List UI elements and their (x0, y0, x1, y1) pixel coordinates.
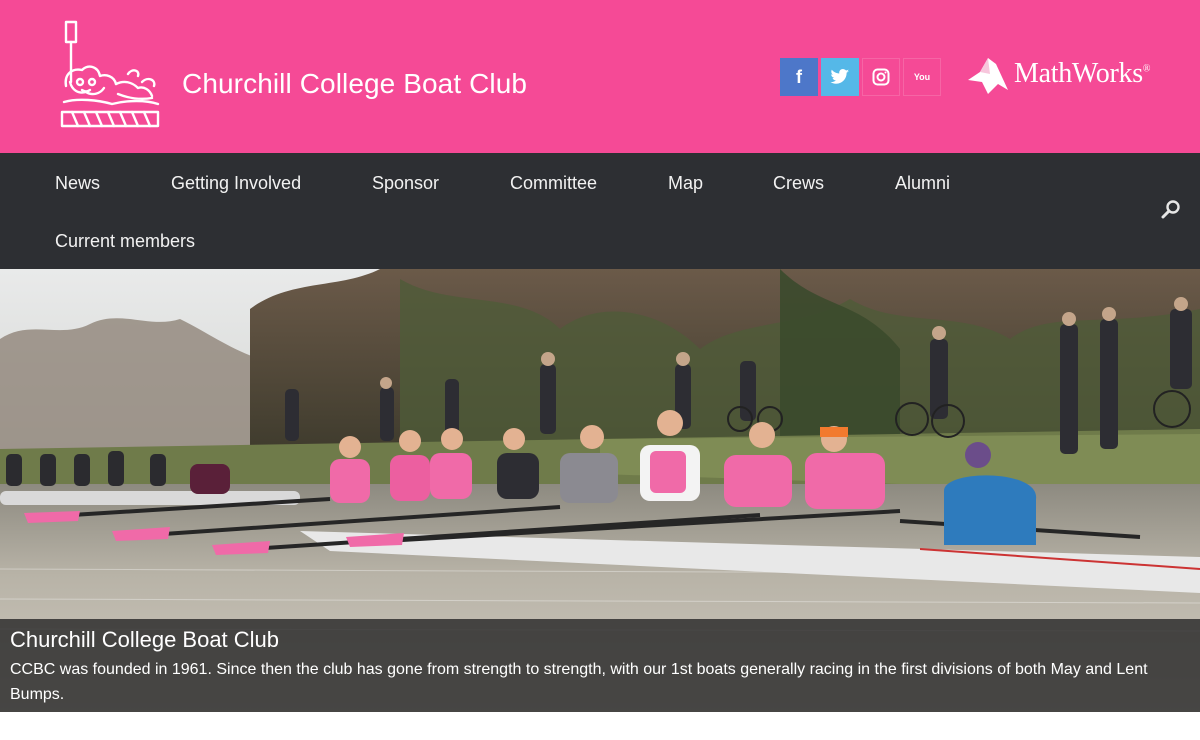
caption-title: Churchill College Boat Club (10, 627, 280, 652)
instagram-camera-icon (872, 68, 890, 86)
nav-item-crews[interactable]: Crews (773, 173, 824, 194)
page-body-start (0, 712, 1200, 740)
hero-caption: Churchill College Boat Club CCBC was fou… (0, 619, 1200, 712)
facebook-glyph: f (796, 66, 802, 87)
youtube-icon[interactable]: You (903, 58, 941, 96)
youtube-glyph: You (913, 71, 931, 82)
nav-item-committee[interactable]: Committee (510, 173, 597, 194)
nav-item-sponsor[interactable]: Sponsor (372, 173, 439, 194)
nav-item-news[interactable]: News (55, 173, 100, 194)
nav-item-map[interactable]: Map (668, 173, 703, 194)
twitter-bird-icon (830, 69, 849, 84)
mathworks-membrane-icon (968, 58, 1008, 94)
mathworks-sponsor-logo[interactable]: MathWorks® (966, 54, 1150, 94)
instagram-icon[interactable] (862, 58, 900, 96)
nav-item-alumni[interactable]: Alumni (895, 173, 950, 194)
sponsor-name: MathWorks® (1014, 58, 1151, 89)
site-title[interactable]: Churchill College Boat Club (182, 68, 527, 100)
social-links: f You (780, 58, 941, 96)
facebook-icon[interactable]: f (780, 58, 818, 96)
main-navigation: News Getting Involved Sponsor Committee … (0, 153, 1200, 269)
nav-item-current-members[interactable]: Current members (55, 231, 195, 252)
caption-text: CCBC was founded in 1961. Since then the… (10, 661, 1148, 703)
site-header: Churchill College Boat Club f You MathWo… (0, 0, 1200, 153)
twitter-icon[interactable] (821, 58, 859, 96)
club-crest-logo[interactable] (58, 20, 162, 132)
nav-item-getting-involved[interactable]: Getting Involved (171, 173, 301, 194)
search-icon[interactable] (1160, 199, 1182, 221)
